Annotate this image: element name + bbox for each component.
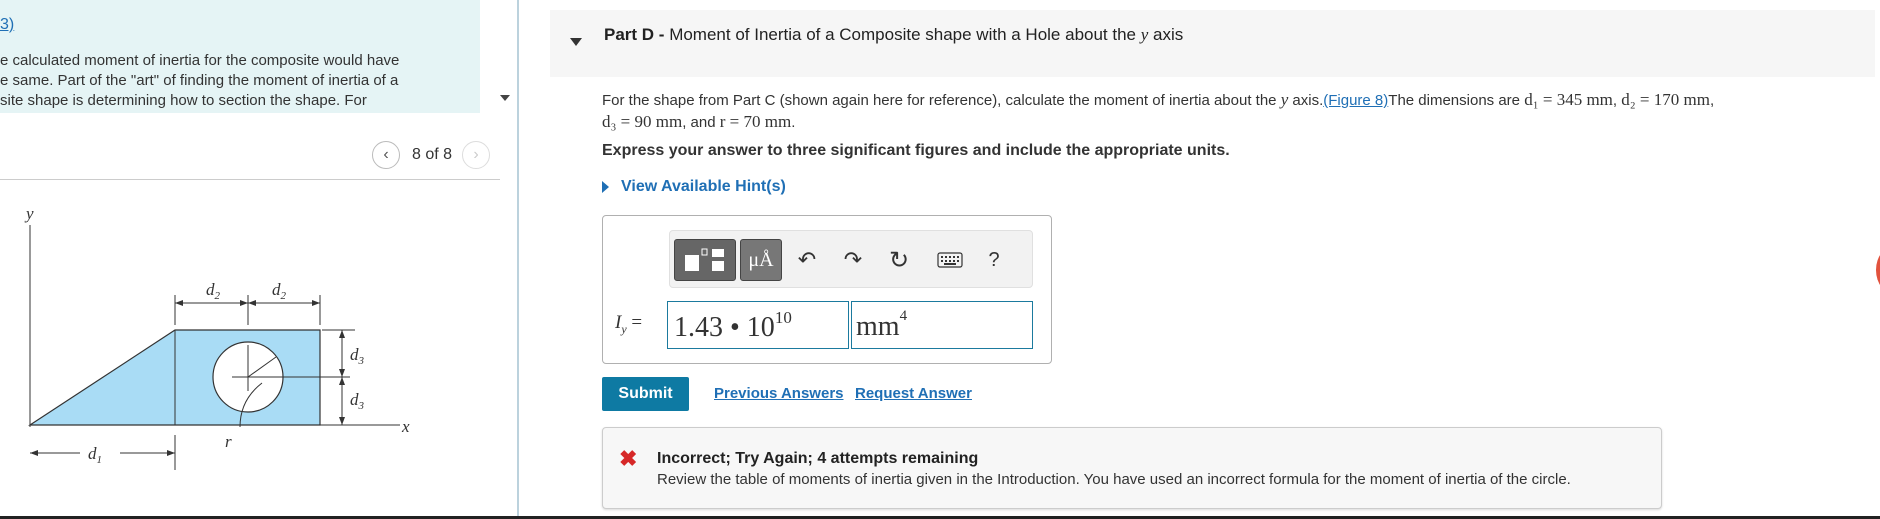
help-button[interactable]: ? [980, 239, 1008, 281]
intro-line-1: e calculated moment of inertia for the c… [0, 52, 400, 69]
submit-button[interactable]: Submit [602, 377, 689, 411]
y-axis-label: y [24, 204, 34, 223]
part-title: Part D - Moment of Inertia of a Composit… [604, 25, 1184, 44]
intro-link[interactable]: 3) [0, 16, 14, 34]
intro-box: 3) e calculated moment of inertia for th… [0, 0, 480, 113]
undo-icon[interactable]: ↶ [792, 239, 822, 281]
panel-divider[interactable] [517, 0, 519, 519]
redo-icon[interactable]: ↷ [838, 239, 868, 281]
radius-label: r [225, 432, 232, 451]
next-figure-button[interactable]: › [462, 141, 491, 169]
caret-right-icon [602, 181, 609, 193]
left-panel: 3) e calculated moment of inertia for th… [0, 0, 518, 519]
feedback-box: ✖ Incorrect; Try Again; 4 attempts remai… [602, 427, 1662, 509]
answer-unit: mm4 [856, 308, 908, 342]
answer-box: μÅ ↶ ↷ ↻ ? Iy = 1.43 • 1010 mm4 [602, 215, 1052, 364]
view-hints-toggle[interactable]: View Available Hint(s) [602, 178, 786, 196]
answer-unit-input[interactable]: mm4 [851, 301, 1033, 349]
composite-shape-figure: y x r d2 d2 d3 d3 d1 [24, 204, 410, 470]
d3-label-1: d3 [350, 345, 365, 367]
d3-label-2: d3 [350, 390, 365, 412]
d2-label-1: d2 [206, 280, 221, 302]
figure-navigation: ‹ 8 of 8 › [372, 141, 491, 169]
chevron-left-icon: ‹ [383, 146, 389, 163]
prev-figure-button[interactable]: ‹ [372, 141, 400, 169]
feedback-title: Incorrect; Try Again; 4 attempts remaini… [657, 450, 979, 467]
reset-icon[interactable]: ↻ [884, 239, 914, 281]
keyboard-icon [937, 252, 963, 268]
error-icon: ✖ [619, 446, 638, 471]
part-header[interactable]: Part D - Moment of Inertia of a Composit… [550, 10, 1875, 77]
figure-counter: 8 of 8 [412, 146, 453, 163]
d1-label: d1 [88, 444, 102, 466]
feedback-text: Review the table of moments of inertia g… [657, 471, 1571, 488]
instructions: Express your answer to three significant… [602, 142, 1230, 159]
hints-label: View Available Hint(s) [621, 178, 786, 195]
answer-value-input[interactable]: 1.43 • 1010 [667, 301, 849, 349]
answer-label: Iy = [615, 312, 643, 336]
math-toolbar: μÅ ↶ ↷ ↻ ? [669, 230, 1033, 288]
templates-icon [685, 248, 724, 271]
chevron-right-icon: › [473, 146, 479, 163]
previous-answers-link[interactable]: Previous Answers [714, 385, 844, 402]
templates-button[interactable] [674, 239, 736, 281]
intro-line-2: e same. Part of the "art" of finding the… [0, 72, 399, 89]
collapse-caret-icon[interactable] [570, 38, 582, 46]
floating-action-button[interactable] [1876, 245, 1880, 295]
answer-value: 1.43 • 1010 [674, 308, 792, 343]
x-axis-label: x [401, 417, 410, 436]
units-button[interactable]: μÅ [740, 239, 782, 281]
intro-line-3: site shape is determining how to section… [0, 92, 367, 109]
d2-label-2: d2 [272, 280, 287, 302]
keyboard-button[interactable] [932, 239, 968, 281]
figure-link[interactable]: (Figure 8) [1323, 92, 1388, 109]
request-answer-link[interactable]: Request Answer [855, 385, 972, 402]
figure-divider [0, 179, 500, 180]
question-text: For the shape from Part C (shown again h… [602, 90, 1715, 131]
scroll-down-arrow-icon[interactable] [500, 95, 510, 101]
